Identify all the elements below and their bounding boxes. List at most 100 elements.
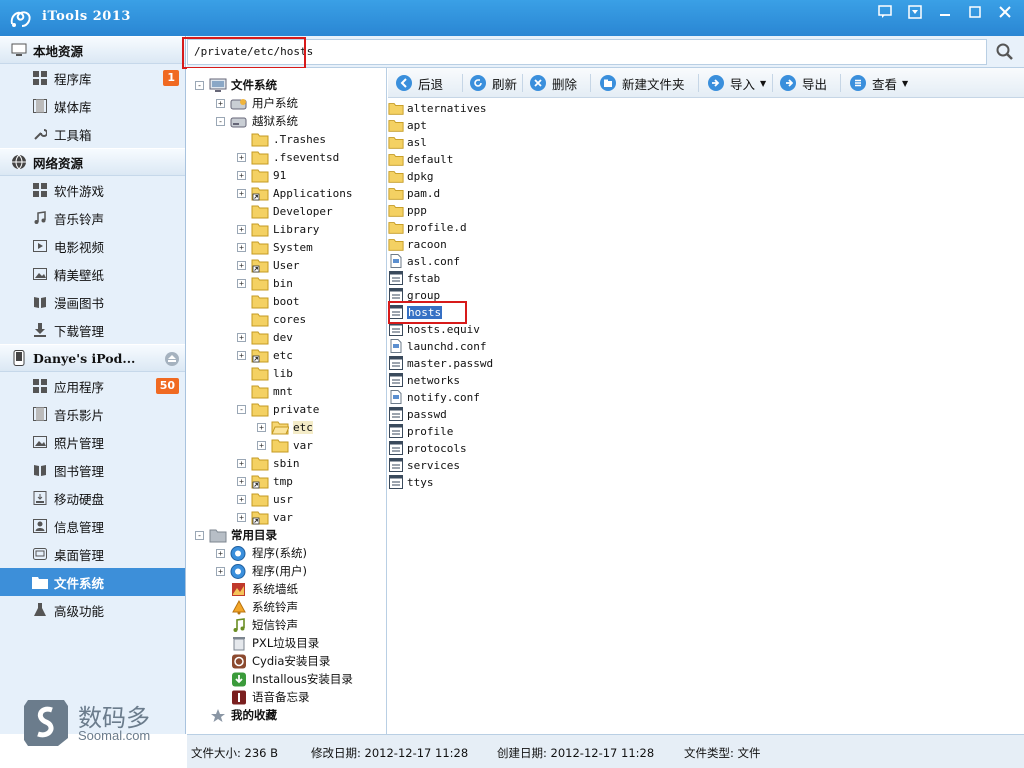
search-button[interactable] xyxy=(992,40,1018,64)
delete-button[interactable]: 删除 xyxy=(530,73,577,93)
expand-toggle-icon[interactable]: + xyxy=(216,98,225,108)
maximize-button[interactable] xyxy=(960,0,990,24)
expand-toggle-icon[interactable]: + xyxy=(237,170,246,180)
tree-node[interactable]: - 文件系统 xyxy=(195,76,277,94)
file-row[interactable]: dpkg xyxy=(388,168,434,184)
nav-item-comics-books[interactable]: 漫画图书 xyxy=(0,288,185,316)
tree-node[interactable]: lib xyxy=(237,364,293,382)
file-row[interactable]: networks xyxy=(388,372,460,388)
feedback-button[interactable] xyxy=(870,0,900,24)
file-row[interactable]: asl xyxy=(388,134,427,150)
tree-node[interactable]: 语音备忘录 xyxy=(216,688,310,706)
tree-node[interactable]: Cydia安装目录 xyxy=(216,652,330,670)
tree-node[interactable]: + 用户系统 xyxy=(216,94,298,112)
tree-node[interactable]: + bin xyxy=(237,274,293,292)
import-button[interactable]: 导入 ▼ xyxy=(708,73,766,93)
tree-node[interactable]: Developer xyxy=(237,202,333,220)
tree-node[interactable]: + 程序(系统) xyxy=(216,544,307,562)
file-row[interactable]: asl.conf xyxy=(388,253,460,269)
tree-node[interactable]: 短信铃声 xyxy=(216,616,298,634)
nav-item-applications[interactable]: 应用程序 50 xyxy=(0,372,185,400)
export-button[interactable]: 导出 xyxy=(780,73,827,93)
tree-node[interactable]: + dev xyxy=(237,328,293,346)
collapse-toggle-icon[interactable]: - xyxy=(216,116,225,126)
nav-item-app-library[interactable]: 程序库 1 xyxy=(0,64,185,92)
nav-item-book-manager[interactable]: 图书管理 xyxy=(0,456,185,484)
settings-menu-button[interactable] xyxy=(900,0,930,24)
expand-toggle-icon[interactable]: + xyxy=(237,242,246,252)
tree-node[interactable]: - private xyxy=(237,400,319,418)
expand-toggle-icon[interactable]: + xyxy=(237,458,246,468)
nav-item-software-games[interactable]: 软件游戏 xyxy=(0,176,185,204)
tree-node[interactable]: - 越狱系统 xyxy=(216,112,298,130)
tree-node[interactable]: +91 xyxy=(237,166,286,184)
file-row[interactable]: default xyxy=(388,151,453,167)
nav-item-desktop-manager[interactable]: 桌面管理 xyxy=(0,540,185,568)
file-row[interactable]: launchd.conf xyxy=(388,338,486,354)
tree-node[interactable]: 系统铃声 xyxy=(216,598,298,616)
tree-node[interactable]: 我的收藏 xyxy=(195,706,277,724)
section-local-resources[interactable]: 本地资源 xyxy=(0,36,185,64)
nav-item-media-library[interactable]: 媒体库 xyxy=(0,92,185,120)
tree-node[interactable]: cores xyxy=(237,310,306,328)
tree-node[interactable]: + tmp xyxy=(237,472,293,490)
nav-item-info-manager[interactable]: 信息管理 xyxy=(0,512,185,540)
back-button[interactable]: 后退 xyxy=(396,73,443,93)
tree-node[interactable]: Installous安装目录 xyxy=(216,670,353,688)
file-row[interactable]: fstab xyxy=(388,270,440,286)
tree-node[interactable]: + etc xyxy=(257,418,313,436)
file-row[interactable]: racoon xyxy=(388,236,447,252)
eject-icon[interactable] xyxy=(165,352,179,366)
tree-node[interactable]: PXL垃圾目录 xyxy=(216,634,319,652)
collapse-toggle-icon[interactable]: - xyxy=(195,530,204,540)
expand-toggle-icon[interactable]: + xyxy=(237,350,246,360)
tree-node[interactable]: + .fseventsd xyxy=(237,148,339,166)
view-button[interactable]: 查看 ▼ xyxy=(850,73,908,93)
tree-node[interactable]: + var xyxy=(257,436,313,454)
address-bar[interactable]: /private/etc/hosts xyxy=(182,37,987,69)
expand-toggle-icon[interactable]: + xyxy=(257,440,266,450)
expand-toggle-icon[interactable]: + xyxy=(216,548,225,558)
file-row[interactable]: protocols xyxy=(388,440,467,456)
expand-toggle-icon[interactable]: + xyxy=(237,152,246,162)
file-row[interactable]: apt xyxy=(388,117,427,133)
expand-toggle-icon[interactable]: + xyxy=(237,224,246,234)
expand-toggle-icon[interactable]: + xyxy=(237,512,246,522)
file-row[interactable]: passwd xyxy=(388,406,447,422)
file-row[interactable]: notify.conf xyxy=(388,389,480,405)
tree-node[interactable]: + User xyxy=(237,256,300,274)
file-row[interactable]: profile.d xyxy=(388,219,467,235)
tree-node[interactable]: + Library xyxy=(237,220,319,238)
expand-toggle-icon[interactable]: + xyxy=(237,188,246,198)
file-row[interactable]: ppp xyxy=(388,202,427,218)
nav-item-download-manager[interactable]: 下载管理 xyxy=(0,316,185,344)
nav-item-movies-videos[interactable]: 电影视频 xyxy=(0,232,185,260)
minimize-button[interactable] xyxy=(930,0,960,24)
file-row[interactable]: pam.d xyxy=(388,185,440,201)
tree-node[interactable]: + usr xyxy=(237,490,293,508)
tree-node[interactable]: .Trashes xyxy=(237,130,326,148)
nav-item-music-ringtones[interactable]: 音乐铃声 xyxy=(0,204,185,232)
tree-node[interactable]: + var xyxy=(237,508,293,526)
tree-node[interactable]: + sbin xyxy=(237,454,300,472)
new-folder-button[interactable]: 新建文件夹 xyxy=(600,73,685,93)
tree-node[interactable]: + System xyxy=(237,238,313,256)
tree-node[interactable]: 系统墙纸 xyxy=(216,580,298,598)
file-row[interactable]: services xyxy=(388,457,460,473)
close-button[interactable] xyxy=(990,0,1020,24)
nav-item-music-movies[interactable]: 音乐影片 xyxy=(0,400,185,428)
expand-toggle-icon[interactable]: + xyxy=(216,566,225,576)
nav-item-photo-manager[interactable]: 照片管理 xyxy=(0,428,185,456)
file-row[interactable]: profile xyxy=(388,423,453,439)
tree-node[interactable]: + etc xyxy=(237,346,293,364)
nav-item-file-system[interactable]: 文件系统 xyxy=(0,568,185,596)
tree-node[interactable]: boot xyxy=(237,292,300,310)
tree-node[interactable]: + 程序(用户) xyxy=(216,562,307,580)
tree-node[interactable]: + Applications xyxy=(237,184,352,202)
tree-node[interactable]: - 常用目录 xyxy=(195,526,277,544)
file-row[interactable]: alternatives xyxy=(388,100,486,116)
nav-item-advanced[interactable]: 高级功能 xyxy=(0,596,185,624)
expand-toggle-icon[interactable]: + xyxy=(237,494,246,504)
expand-toggle-icon[interactable]: + xyxy=(237,260,246,270)
expand-toggle-icon[interactable]: + xyxy=(237,278,246,288)
